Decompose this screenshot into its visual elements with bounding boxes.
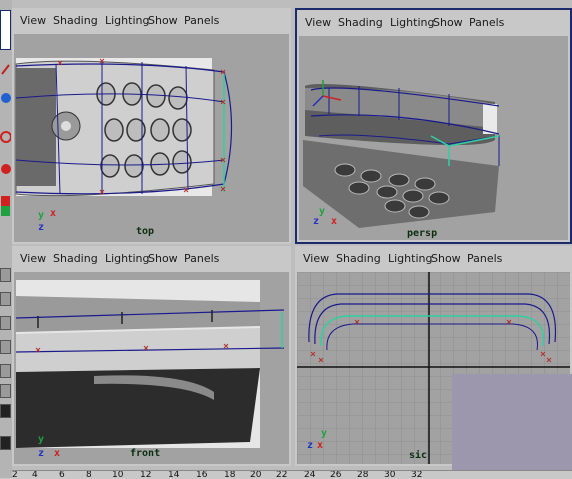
menu-show[interactable]: Show — [431, 252, 461, 265]
layout-hypershade-icon[interactable] — [0, 404, 11, 418]
panel-menubar: View Shading Lighting Show Panels — [12, 246, 291, 270]
persp-scene — [303, 80, 500, 228]
menu-view[interactable]: View — [305, 16, 331, 29]
axis-y-label: y — [319, 206, 326, 217]
axis-z-label: z — [307, 440, 314, 451]
axis-x-label: x — [54, 448, 61, 459]
viewport-label-side: sic — [409, 450, 428, 461]
menu-shading[interactable]: Shading — [53, 14, 98, 27]
overlay-window — [452, 374, 572, 470]
menu-panels[interactable]: Panels — [184, 252, 219, 265]
viewport-label-front: front — [130, 448, 161, 459]
menu-shading[interactable]: Shading — [53, 252, 98, 265]
menu-lighting[interactable]: Lighting — [105, 14, 149, 27]
move-tool-icon[interactable] — [0, 90, 11, 106]
layout-render-icon[interactable] — [0, 436, 11, 450]
axis-y-label: y — [38, 210, 45, 221]
viewport-label-persp: persp — [407, 228, 438, 239]
layout-graph-icon[interactable] — [0, 384, 11, 398]
rotate-tool-icon[interactable] — [0, 128, 12, 146]
panel-front: View Shading Lighting Show Panels y z x — [12, 246, 291, 466]
axis-x-label: x — [50, 208, 57, 219]
axis-z-label: z — [313, 216, 320, 227]
menu-lighting[interactable]: Lighting — [105, 252, 149, 265]
menu-shading[interactable]: Shading — [338, 16, 383, 29]
menu-lighting[interactable]: Lighting — [390, 16, 434, 29]
layout-four-icon[interactable] — [0, 292, 11, 306]
panel-menubar: View Shading Lighting Show Panels — [297, 10, 570, 34]
axis-y-label: y — [321, 428, 328, 439]
lasso-tool-icon[interactable] — [0, 62, 11, 78]
axis-x-label: x — [331, 216, 338, 227]
layout-side-icon[interactable] — [0, 316, 11, 330]
menu-shading[interactable]: Shading — [336, 252, 381, 265]
layout-vertical-icon[interactable] — [0, 340, 11, 354]
panel-top: View Shading Lighting Show Panels y x z … — [12, 8, 291, 244]
menu-view[interactable]: View — [20, 14, 46, 27]
axis-z-label: z — [38, 222, 45, 233]
manipulator-tool-icon[interactable] — [0, 194, 11, 220]
viewport-label-top: top — [136, 226, 155, 237]
layout-outliner-icon[interactable] — [0, 364, 11, 378]
panel-menubar: View Shading Lighting Show Panels — [295, 246, 572, 270]
menu-show[interactable]: Show — [148, 14, 178, 27]
layout-single-icon[interactable] — [0, 268, 11, 282]
menu-panels[interactable]: Panels — [467, 252, 502, 265]
menu-panels[interactable]: Panels — [469, 16, 504, 29]
menu-view[interactable]: View — [303, 252, 329, 265]
viewport-top[interactable]: y x z top — [14, 34, 289, 242]
menu-panels[interactable]: Panels — [184, 14, 219, 27]
viewport-persp[interactable]: y z x persp — [299, 36, 568, 240]
axis-x-label: x — [317, 440, 324, 451]
panel-persp: View Shading Lighting Show Panels y z x … — [295, 8, 572, 244]
axis-y-label: y — [38, 434, 45, 445]
menu-lighting[interactable]: Lighting — [388, 252, 432, 265]
viewport-front[interactable]: y z x front — [14, 272, 289, 464]
front-scene — [15, 280, 285, 448]
menu-show[interactable]: Show — [433, 16, 463, 29]
menu-show[interactable]: Show — [148, 252, 178, 265]
axis-z-label: z — [38, 448, 45, 459]
scale-tool-icon[interactable] — [0, 160, 11, 178]
panel-menubar: View Shading Lighting Show Panels — [12, 8, 291, 32]
select-tool-icon[interactable] — [0, 10, 11, 50]
menu-view[interactable]: View — [20, 252, 46, 265]
